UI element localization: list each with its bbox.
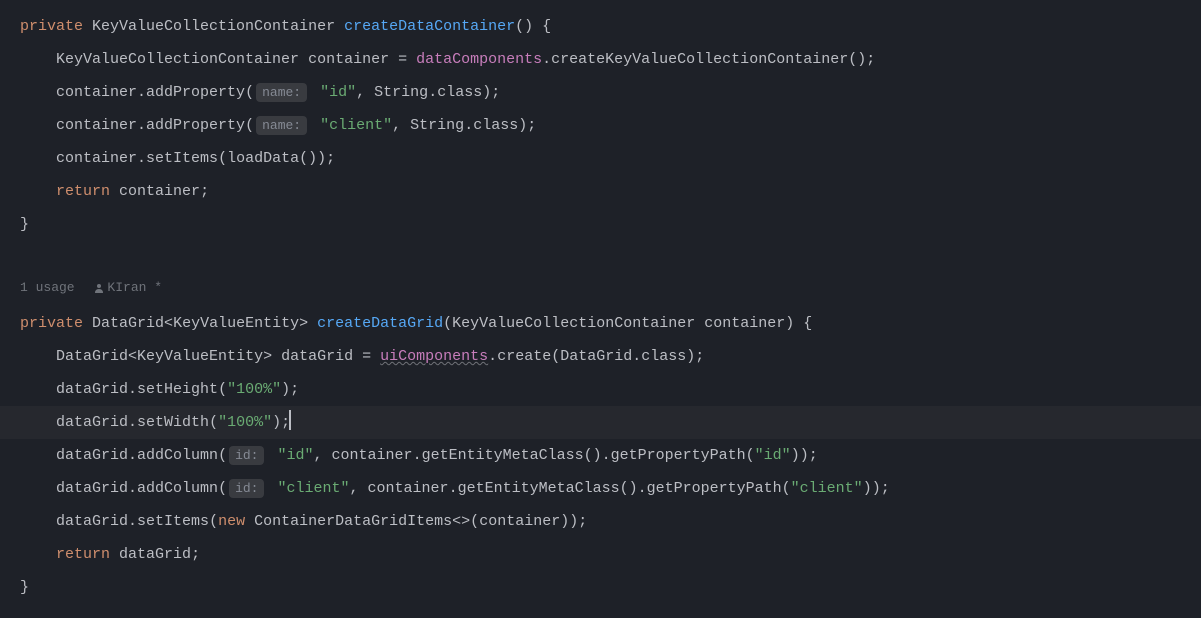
code-line[interactable]: dataGrid.setItems(new ContainerDataGridI… <box>20 505 1201 538</box>
method-name: createDataGrid <box>317 315 443 332</box>
code-line[interactable]: dataGrid.setHeight("100%"); <box>20 373 1201 406</box>
param-hint: id: <box>229 446 264 465</box>
code-line[interactable]: container.setItems(loadData()); <box>20 142 1201 175</box>
code-line[interactable]: } <box>20 208 1201 241</box>
code-editor[interactable]: private KeyValueCollectionContainer crea… <box>0 0 1201 614</box>
param-hint: name: <box>256 83 307 102</box>
code-line[interactable]: container.addProperty(name: "client", St… <box>20 109 1201 142</box>
code-line[interactable]: dataGrid.addColumn(id: "id", container.g… <box>20 439 1201 472</box>
code-line[interactable]: } <box>20 571 1201 604</box>
code-line[interactable]: private DataGrid<KeyValueEntity> createD… <box>20 307 1201 340</box>
code-line-current[interactable]: dataGrid.setWidth("100%"); <box>0 406 1201 439</box>
author-name[interactable]: KIran * <box>107 280 162 295</box>
method-name: createDataContainer <box>344 18 515 35</box>
usages-count[interactable]: 1 usage <box>20 280 75 295</box>
keyword-private: private <box>20 18 83 35</box>
field-ref-warning: uiComponents <box>380 348 488 365</box>
code-line[interactable]: return dataGrid; <box>20 538 1201 571</box>
param-hint: name: <box>256 116 307 135</box>
code-line[interactable]: private KeyValueCollectionContainer crea… <box>20 10 1201 43</box>
return-type: KeyValueCollectionContainer <box>92 18 335 35</box>
code-line[interactable]: return container; <box>20 175 1201 208</box>
code-line[interactable]: container.addProperty(name: "id", String… <box>20 76 1201 109</box>
code-line[interactable]: KeyValueCollectionContainer container = … <box>20 43 1201 76</box>
usage-hint-line[interactable]: 1 usage KIran * <box>20 274 1201 307</box>
code-line[interactable]: DataGrid<KeyValueEntity> dataGrid = uiCo… <box>20 340 1201 373</box>
blank-line[interactable] <box>20 241 1201 274</box>
text-cursor <box>289 410 291 430</box>
field-ref: dataComponents <box>416 51 542 68</box>
code-line[interactable]: dataGrid.addColumn(id: "client", contain… <box>20 472 1201 505</box>
person-icon <box>94 283 104 293</box>
param-hint: id: <box>229 479 264 498</box>
